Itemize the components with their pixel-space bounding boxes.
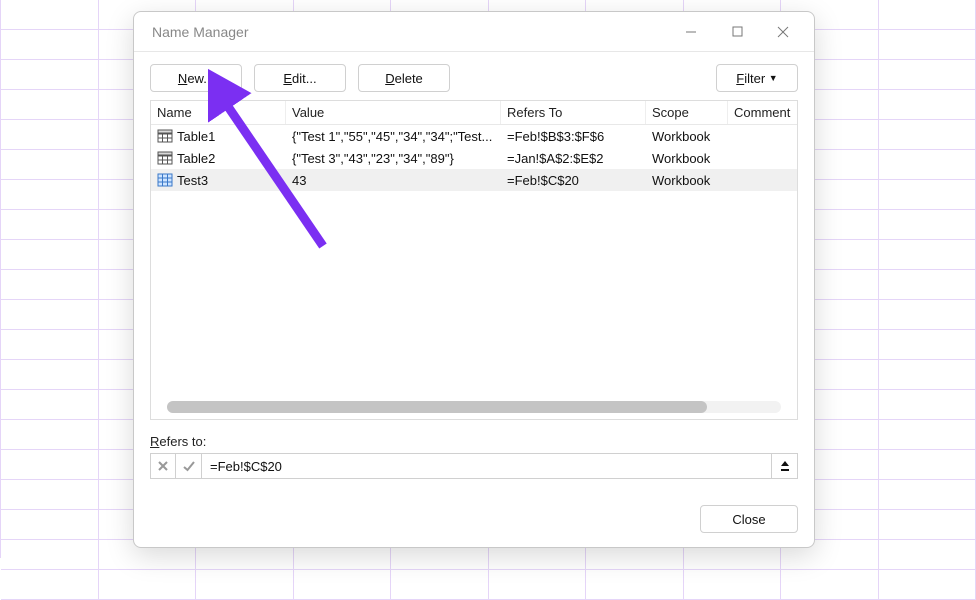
col-comment[interactable]: Comment <box>728 101 797 124</box>
row-value: {"Test 3","43","23","34","89"} <box>286 151 501 166</box>
names-list[interactable]: Name Value Refers To Scope Comment Table… <box>150 100 798 420</box>
close-window-button[interactable] <box>760 17 806 47</box>
filter-button[interactable]: Filter ▼ <box>716 64 798 92</box>
row-name: Table1 <box>177 129 215 144</box>
maximize-button[interactable] <box>714 17 760 47</box>
row-scope: Workbook <box>646 129 728 144</box>
col-name[interactable]: Name <box>151 101 286 124</box>
row-scope: Workbook <box>646 151 728 166</box>
defined-name-icon <box>157 172 173 188</box>
toolbar: New... Edit... Delete Filter ▼ <box>150 64 798 92</box>
row-refers-to: =Feb!$B$3:$F$6 <box>501 129 646 144</box>
new-button[interactable]: New... <box>150 64 242 92</box>
col-scope[interactable]: Scope <box>646 101 728 124</box>
table-row[interactable]: Table2 {"Test 3","43","23","34","89"}=Jan… <box>151 147 797 169</box>
dialog-title: Name Manager <box>152 24 668 40</box>
accept-icon-button[interactable] <box>176 453 202 479</box>
delete-button[interactable]: Delete <box>358 64 450 92</box>
collapse-dialog-icon-button[interactable] <box>772 453 798 479</box>
row-refers-to: =Feb!$C$20 <box>501 173 646 188</box>
col-refers-to[interactable]: Refers To <box>501 101 646 124</box>
titlebar[interactable]: Name Manager <box>134 12 814 52</box>
table-row[interactable]: Table1 {"Test 1","55","45","34","34";"Tes… <box>151 125 797 147</box>
table-icon <box>157 128 173 144</box>
row-refers-to: =Jan!$A$2:$E$2 <box>501 151 646 166</box>
row-name: Table2 <box>177 151 215 166</box>
close-button[interactable]: Close <box>700 505 798 533</box>
edit-button[interactable]: Edit... <box>254 64 346 92</box>
horizontal-scrollbar[interactable] <box>167 401 781 413</box>
row-value: {"Test 1","55","45","34","34";"Test... <box>286 129 501 144</box>
name-manager-dialog: Name Manager New... Edit... Delete Filte… <box>133 11 815 548</box>
row-name: Test3 <box>177 173 208 188</box>
scrollbar-thumb[interactable] <box>167 401 707 413</box>
minimize-button[interactable] <box>668 17 714 47</box>
refers-to-input[interactable] <box>202 453 772 479</box>
list-header[interactable]: Name Value Refers To Scope Comment <box>151 101 797 125</box>
cancel-icon-button[interactable] <box>150 453 176 479</box>
table-icon <box>157 150 173 166</box>
chevron-down-icon: ▼ <box>769 73 778 83</box>
refers-to-label: Refers to: <box>150 434 798 449</box>
table-row[interactable]: Test3 43=Feb!$C$20Workbook <box>151 169 797 191</box>
col-value[interactable]: Value <box>286 101 501 124</box>
row-scope: Workbook <box>646 173 728 188</box>
row-value: 43 <box>286 173 501 188</box>
